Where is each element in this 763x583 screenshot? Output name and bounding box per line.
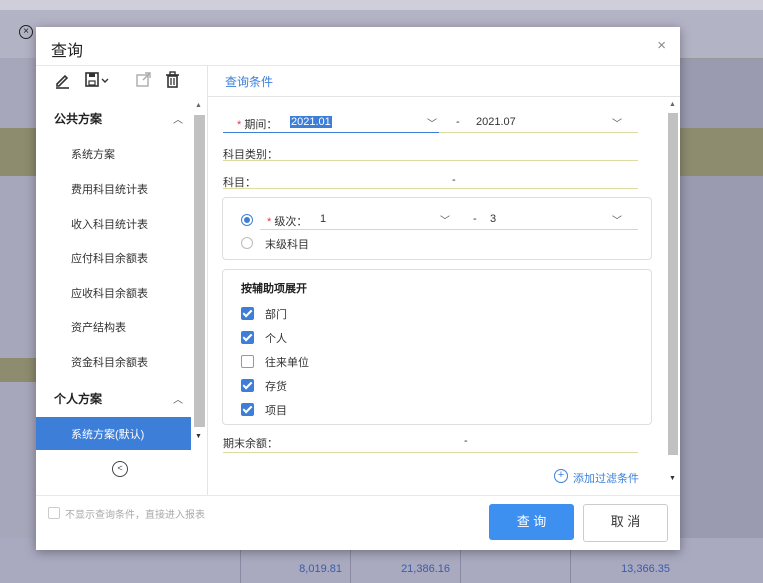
period-to-select[interactable]: 2021.07 [476,116,516,128]
scheme-item[interactable]: 费用科目统计表 [71,181,148,197]
scroll-up-icon[interactable]: ▲ [195,102,202,109]
scheme-item[interactable]: 应收科目余额表 [71,285,148,301]
edit-icon[interactable] [53,71,73,89]
category-field[interactable] [223,160,638,161]
table-cell: 8,019.81 [299,563,342,575]
delete-icon[interactable] [163,71,183,89]
scheme-panel: 公共方案 ︿ 系统方案 费用科目统计表 收入科目统计表 应付科目余额表 应收科目… [36,65,208,495]
chevron-down-icon[interactable] [100,71,110,89]
collapse-left-icon[interactable]: < [112,461,128,477]
balance-label: 期末余额： [223,438,278,450]
table-cell: 21,386.16 [401,563,450,575]
level-radio[interactable] [241,214,253,226]
background-highlight-row [0,358,36,382]
period-label: * 期间： [237,119,278,131]
scheme-item[interactable]: 系统方案 [71,146,115,162]
condition-panel: 查询条件 * 期间： 2021.01 ﹀ - 2021.07 ﹀ 科目类别： 科… [208,65,680,495]
level-separator: - [473,213,477,225]
aux-checkbox-project[interactable] [241,403,254,416]
export-icon[interactable] [134,71,154,89]
scrollbar-thumb[interactable] [194,115,205,427]
aux-label: 往来单位 [265,357,309,369]
background-top-bar [0,0,763,10]
close-icon[interactable]: × [657,37,666,54]
table-cell: 13,366.35 [621,563,670,575]
level-label: * 级次： [267,216,308,228]
aux-label: 存货 [265,381,287,393]
aux-expand-title: 按辅助项展开 [241,283,307,295]
chevron-down-icon[interactable]: ﹀ [612,212,622,227]
period-from-underline [223,132,439,133]
chevron-up-icon[interactable]: ︿ [173,391,183,406]
scheme-item-label: 系统方案(默认) [71,429,145,441]
cancel-button[interactable]: 取 消 [583,504,668,542]
last-level-radio[interactable] [241,237,253,249]
scheme-toolbar [36,65,207,97]
aux-checkbox-person[interactable] [241,331,254,344]
chevron-down-icon[interactable]: ﹀ [427,115,437,130]
scroll-down-icon[interactable]: ▼ [195,433,202,440]
scheme-item[interactable]: 资金科目余额表 [71,354,148,370]
scheme-item[interactable]: 资产结构表 [71,319,126,335]
scheme-item-selected[interactable]: 系统方案(默认) [36,417,191,450]
aux-label: 部门 [265,309,287,321]
tab-divider [208,96,680,97]
skip-conditions-checkbox[interactable] [48,507,60,519]
chevron-down-icon[interactable]: ﹀ [612,115,622,130]
chevron-up-icon[interactable]: ︿ [173,111,183,126]
period-from-select[interactable]: 2021.01 [290,116,332,128]
scrollbar-thumb[interactable] [668,113,678,455]
query-button[interactable]: 查 询 [489,504,574,540]
aux-checkbox-partner[interactable] [241,355,254,368]
period-separator: - [456,116,460,128]
period-to-underline [439,132,638,133]
skip-conditions-label: 不显示查询条件，直接进入报表 [65,510,205,521]
level-to-select[interactable]: 3 [490,213,496,225]
public-scheme-header[interactable]: 公共方案 [54,110,102,127]
subject-separator: - [452,174,456,186]
balance-field[interactable] [223,452,638,453]
level-from-select[interactable]: 1 [320,213,326,225]
aux-label: 项目 [265,405,287,417]
subject-field[interactable] [223,188,638,189]
add-filter-link[interactable]: 添加过滤条件 [573,470,639,486]
scroll-down-icon[interactable]: ▼ [669,475,676,482]
scheme-item[interactable]: 应付科目余额表 [71,250,148,266]
tab-query-conditions[interactable]: 查询条件 [225,73,273,90]
dialog-footer: 不显示查询条件，直接进入报表 查 询 取 消 [36,495,680,551]
chevron-down-icon[interactable]: ﹀ [440,212,450,227]
scroll-up-icon[interactable]: ▲ [669,101,676,108]
balance-separator: - [464,435,468,447]
scheme-item[interactable]: 收入科目统计表 [71,216,148,232]
aux-label: 个人 [265,333,287,345]
level-underline [260,229,638,230]
dialog-header: 查询 × [36,27,680,66]
personal-scheme-header[interactable]: 个人方案 [54,390,102,407]
close-circle-icon: × [19,25,33,39]
aux-checkbox-department[interactable] [241,307,254,320]
query-dialog: 查询 × 公共方案 ︿ 系统方案 费用科目统计表 收入科目统计表 应付科目余额表… [36,27,680,550]
add-circle-icon[interactable]: + [554,469,568,483]
dialog-title: 查询 [51,43,84,60]
aux-checkbox-inventory[interactable] [241,379,254,392]
last-level-label: 末级科目 [265,239,309,251]
